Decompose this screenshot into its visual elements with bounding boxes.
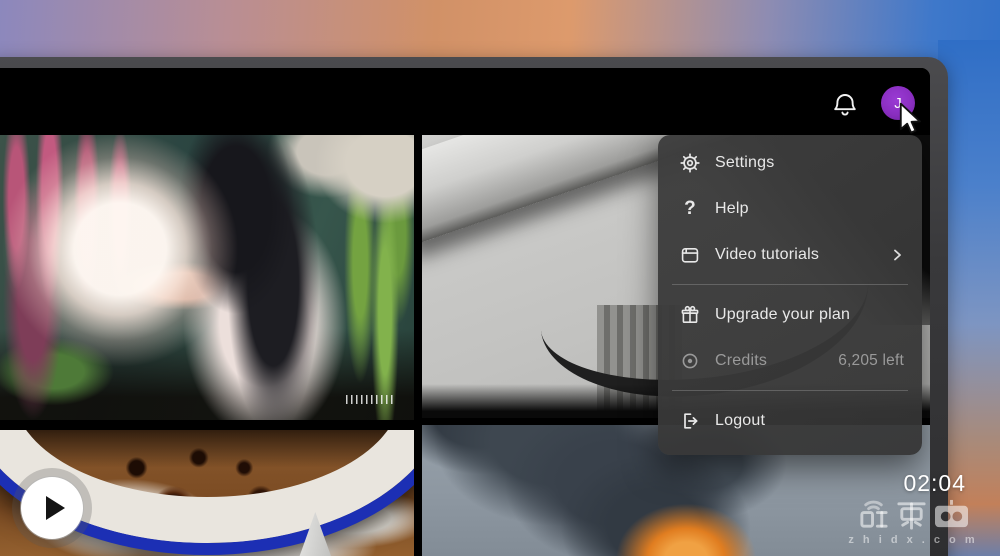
credits-icon [679, 350, 701, 372]
screenshot-stage: J [0, 0, 1000, 556]
chevron-right-icon [890, 248, 904, 262]
gift-icon [679, 304, 701, 326]
menu-item-help[interactable]: ? Help [658, 186, 922, 232]
menu-item-label: Settings [715, 154, 774, 172]
logout-icon [679, 410, 701, 432]
menu-item-label: Credits [715, 352, 767, 370]
menu-item-label: Logout [715, 412, 765, 430]
brand-logo [834, 498, 992, 531]
app-screen: J [0, 68, 930, 556]
frame-ticks-indicator [346, 395, 394, 404]
credits-remaining-value: 6,205 left [838, 352, 904, 370]
app-top-bar: J [0, 68, 930, 135]
account-dropdown-menu: Settings ? Help Video tutorials [658, 135, 922, 455]
play-button[interactable] [21, 477, 83, 539]
menu-item-label: Help [715, 200, 749, 218]
gear-icon [679, 152, 701, 174]
user-avatar[interactable]: J [881, 86, 915, 120]
brand-site-url: z h i d x . c o m [834, 534, 992, 546]
play-icon [46, 496, 65, 520]
avatar-letter: J [894, 95, 902, 112]
menu-item-logout[interactable]: Logout [658, 398, 922, 444]
menu-divider [672, 390, 908, 391]
brand-glyph-dong-icon [895, 498, 928, 531]
video-timestamp: 02:04 [903, 470, 966, 497]
menu-item-label: Video tutorials [715, 246, 819, 264]
video-thumbnail-coffee[interactable] [0, 430, 414, 556]
menu-item-credits: Credits 6,205 left [658, 338, 922, 384]
brand-robot-face-icon [933, 498, 970, 531]
menu-item-label: Upgrade your plan [715, 306, 850, 324]
watermark: 02:04 [834, 484, 992, 546]
video-tutorials-icon [679, 244, 701, 266]
question-icon: ? [679, 198, 701, 220]
menu-item-settings[interactable]: Settings [658, 140, 922, 186]
menu-divider [672, 284, 908, 285]
menu-item-video-tutorials[interactable]: Video tutorials [658, 232, 922, 278]
notifications-bell-icon[interactable] [831, 91, 859, 119]
brand-glyph-zhi-icon [857, 498, 890, 531]
video-thumbnail-garden-girl[interactable] [0, 135, 414, 420]
menu-item-upgrade-plan[interactable]: Upgrade your plan [658, 292, 922, 338]
